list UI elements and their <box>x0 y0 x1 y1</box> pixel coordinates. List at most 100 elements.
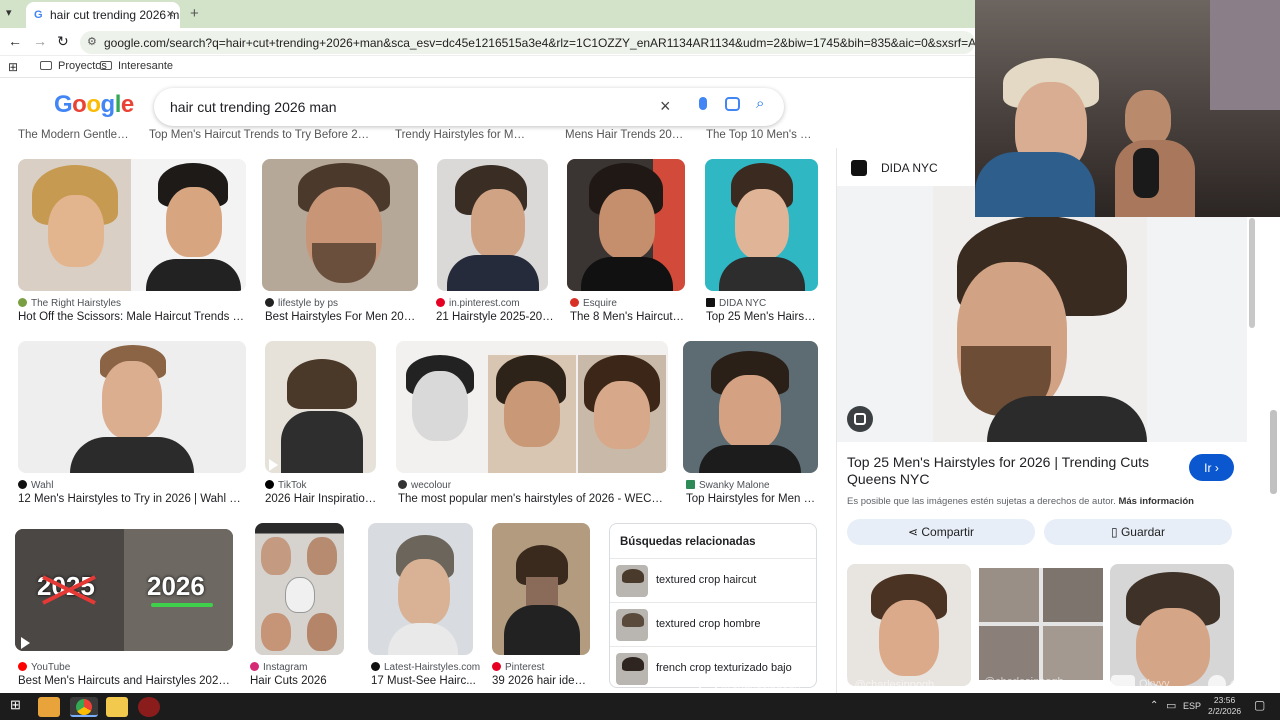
result-image[interactable] <box>683 341 818 473</box>
result-title-partial[interactable]: Mens Hair Trends 202... <box>565 129 685 141</box>
clock[interactable]: 23:56 2/2/2026 <box>1208 695 1241 717</box>
result-source[interactable]: Esquire <box>570 298 617 309</box>
result-title[interactable]: Hair Cuts 2026 <box>250 675 350 687</box>
file-explorer-icon[interactable] <box>106 697 128 717</box>
page-scrollbar[interactable] <box>1270 410 1277 494</box>
voice-search-icon[interactable] <box>699 97 707 110</box>
more-info-link[interactable]: Más información <box>1118 496 1194 507</box>
back-icon[interactable]: ← <box>8 33 22 49</box>
result-source[interactable]: Instagram <box>250 662 307 673</box>
result-source[interactable]: in.pinterest.com <box>436 298 520 309</box>
tray-chevron-icon[interactable]: ⌃ <box>1150 700 1158 711</box>
related-image[interactable] <box>847 564 971 686</box>
lens-search-icon[interactable] <box>847 406 873 432</box>
result-source[interactable]: YouTube <box>18 662 70 673</box>
face-shape <box>594 381 650 449</box>
save-button[interactable]: ▯ Guardar <box>1044 519 1232 545</box>
favicon-icon <box>18 298 27 307</box>
result-source[interactable]: Wahl <box>18 480 53 491</box>
result-source[interactable]: lifestyle by ps <box>265 298 338 309</box>
search-icon[interactable]: ⌕ <box>756 95 764 112</box>
result-title[interactable]: Top Hairstyles for Men 2... <box>686 493 818 505</box>
go-button[interactable]: Ir › <box>1189 454 1234 481</box>
bookmark-interesante[interactable]: Interesante <box>100 60 173 72</box>
result-title[interactable]: The most popular men's hairstyles of 202… <box>398 493 668 505</box>
lens-icon[interactable] <box>725 97 740 111</box>
face-shape <box>48 195 104 267</box>
result-image[interactable] <box>255 523 344 655</box>
result-title[interactable]: 21 Hairstyle 2025-202... <box>436 311 554 323</box>
result-title[interactable]: Top 25 Men's Hairsty... <box>706 311 818 323</box>
related-image[interactable] <box>979 568 1103 680</box>
result-image[interactable] <box>396 341 668 473</box>
related-image[interactable] <box>1110 564 1234 686</box>
search-box[interactable]: hair cut trending 2026 man × ⌕ <box>154 88 784 126</box>
result-source[interactable]: Latest-Hairstyles.com <box>371 662 480 673</box>
result-title[interactable]: Best Men's Haircuts and Hairstyles 2026 … <box>18 675 233 687</box>
site-info-icon[interactable]: ⚙ <box>87 35 97 48</box>
apps-icon[interactable]: ⊞ <box>8 60 18 74</box>
result-title[interactable]: 2026 Hair Inspiration ... <box>265 493 377 505</box>
clear-icon[interactable]: × <box>660 96 671 117</box>
result-source[interactable]: Swanky Malone <box>686 480 770 491</box>
result-title-partial[interactable]: The Top 10 Men's Ha... <box>706 129 818 141</box>
bookmark-proyectos[interactable]: Proyectos <box>40 60 107 72</box>
result-title-partial[interactable]: Top Men's Haircut Trends to Try Before 2… <box>149 129 374 141</box>
panel-title[interactable]: Top 25 Men's Hairstyles for 2026 | Trend… <box>847 454 1167 488</box>
panel-site-name[interactable]: DIDA NYC <box>881 161 938 175</box>
network-icon[interactable]: ▭ <box>1166 699 1176 712</box>
result-image[interactable]: 2025 2026 <box>15 529 233 651</box>
result-image[interactable] <box>437 159 548 291</box>
close-tab-icon[interactable]: × <box>166 6 174 21</box>
result-title-partial[interactable]: Trendy Hairstyles for Men <box>395 129 525 141</box>
reload-icon[interactable]: ↻ <box>57 33 69 50</box>
face-shape <box>719 375 781 449</box>
tab-bar: ▾ G hair cut trending 2026 man - G × + <box>0 0 975 28</box>
shirt-shape <box>699 445 801 473</box>
favicon-icon <box>398 480 407 489</box>
result-image[interactable] <box>705 159 818 291</box>
share-button[interactable]: ⋖ Compartir <box>847 519 1035 545</box>
result-image[interactable] <box>18 159 246 291</box>
related-item[interactable]: textured crop haircut <box>610 558 816 602</box>
obs-icon[interactable] <box>138 697 160 717</box>
notifications-icon[interactable]: ▢ <box>1254 698 1265 712</box>
result-title[interactable]: 17 Must-See Hairc... <box>371 675 476 687</box>
result-title[interactable]: Hot Off the Scissors: Male Haircut Trend… <box>18 311 246 323</box>
result-title[interactable]: Best Hairstyles For Men 2026... <box>265 311 420 323</box>
forward-icon[interactable]: → <box>33 33 47 49</box>
tab-list-icon[interactable]: ▾ <box>6 6 12 19</box>
result-image[interactable] <box>262 159 418 291</box>
result-source[interactable]: Pinterest <box>492 662 544 673</box>
new-tab-icon[interactable]: + <box>190 5 199 22</box>
result-title[interactable]: 12 Men's Hairstyles to Try in 2026 | Wah… <box>18 493 246 505</box>
result-image[interactable] <box>368 523 473 655</box>
result-title[interactable]: The 8 Men's Haircut T... <box>570 311 686 323</box>
result-title-partial[interactable]: The Modern Gentlem... <box>18 129 133 141</box>
result-image[interactable] <box>567 159 685 291</box>
result-title[interactable]: 39 2026 hair ideas ... <box>492 675 592 687</box>
favicon-icon <box>570 298 579 307</box>
media-player-icon[interactable] <box>38 697 60 717</box>
favicon-icon <box>686 480 695 489</box>
chrome-icon[interactable] <box>70 697 98 717</box>
result-source[interactable]: The Right Hairstyles <box>18 298 121 309</box>
tab-active[interactable]: G hair cut trending 2026 man - G × <box>26 2 180 28</box>
related-item[interactable]: textured crop hombre <box>610 602 816 646</box>
result-source[interactable]: TikTok <box>265 480 307 491</box>
result-source[interactable]: wecolour <box>398 480 451 491</box>
start-icon[interactable]: ⊞ <box>10 697 32 717</box>
address-bar[interactable]: ⚙ google.com/search?q=hair+cut+trending+… <box>80 31 975 54</box>
result-source[interactable]: DIDA NYC <box>706 298 766 309</box>
google-logo[interactable]: Google <box>54 91 134 119</box>
face-shape <box>307 613 337 651</box>
tiktok-icon: ♪ <box>972 675 980 692</box>
result-image[interactable] <box>265 341 376 473</box>
result-image[interactable] <box>492 523 590 655</box>
panel-scrollbar[interactable] <box>1249 218 1255 328</box>
cross-mark-icon <box>35 573 105 607</box>
preview-image[interactable] <box>837 186 1247 442</box>
result-image[interactable] <box>18 341 246 473</box>
language-indicator[interactable]: ESP <box>1183 701 1201 711</box>
face-shape <box>504 381 560 447</box>
